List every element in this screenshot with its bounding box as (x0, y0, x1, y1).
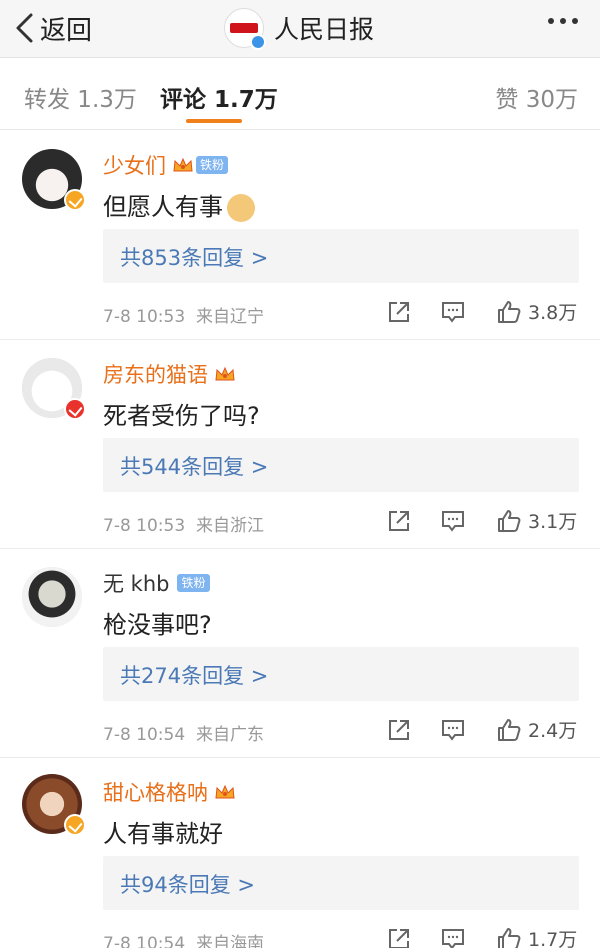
comment-button[interactable] (440, 717, 466, 743)
comment-item: 少女们 铁粉 但愿人有事 共853条回复 > 7-8 10:53 来自辽宁 3.… (0, 131, 600, 340)
thumbs-up-icon (498, 509, 521, 532)
verified-badge-icon (64, 814, 86, 836)
comment-text: 但愿人有事 (103, 187, 255, 222)
like-button[interactable]: 3.1万 (496, 507, 577, 534)
fan-badge: 铁粉 (177, 574, 210, 592)
share-icon (389, 719, 409, 740)
like-count: 3.1万 (528, 511, 578, 533)
comment-meta: 7-8 10:54 来自广东 (103, 720, 264, 745)
chevron-left-icon (16, 13, 33, 43)
share-icon (389, 928, 409, 948)
comment-meta: 7-8 10:54 来自海南 (103, 929, 264, 948)
reply-thread-link[interactable]: 共274条回复 > (103, 647, 579, 701)
share-button[interactable] (386, 508, 412, 534)
avatar[interactable] (22, 149, 86, 211)
location: 来自广东 (195, 725, 264, 745)
tab-likes[interactable]: 赞 30万 (495, 80, 578, 114)
comment-text: 死者受伤了吗? (103, 402, 260, 430)
comment-icon (442, 928, 464, 948)
tab-comments[interactable]: 评论 1.7万 (160, 80, 278, 114)
user-row: 无 khb 铁粉 (103, 568, 210, 598)
comment-meta: 7-8 10:53 来自浙江 (103, 511, 264, 536)
back-label: 返回 (40, 15, 93, 46)
share-button[interactable] (386, 926, 412, 948)
timestamp: 7-8 10:53 (103, 307, 186, 327)
timestamp: 7-8 10:54 (103, 725, 186, 745)
comment-actions: 2.4万 (386, 716, 577, 743)
location: 来自辽宁 (195, 307, 264, 327)
reply-count: 共94条回复 > (120, 873, 255, 897)
location: 来自海南 (195, 934, 264, 948)
thumbs-up-icon (498, 300, 521, 323)
avatar[interactable] (22, 358, 86, 420)
doge-emoji-icon (227, 194, 255, 222)
like-count: 2.4万 (528, 720, 578, 742)
share-button[interactable] (386, 717, 412, 743)
timestamp: 7-8 10:54 (103, 934, 186, 948)
reply-thread-link[interactable]: 共853条回复 > (103, 229, 579, 283)
reply-count: 共853条回复 > (120, 246, 269, 270)
comment-actions: 1.7万 (386, 925, 577, 948)
comment-text-content: 但愿人有事 (103, 193, 223, 221)
top-bar: 返回 人民日报 (0, 0, 600, 58)
reply-thread-link[interactable]: 共544条回复 > (103, 438, 579, 492)
username[interactable]: 少女们 (103, 150, 166, 180)
comment-button[interactable] (440, 926, 466, 948)
tab-reposts[interactable]: 转发 1.3万 (24, 80, 137, 114)
avatar[interactable] (22, 567, 82, 627)
thumbs-up-icon (498, 927, 521, 948)
like-count: 3.8万 (528, 302, 578, 324)
comment-icon (442, 719, 464, 741)
comment-text: 枪没事吧? (103, 611, 212, 639)
newspaper-logo-icon (230, 23, 258, 33)
share-button[interactable] (386, 299, 412, 325)
comment-icon (442, 301, 464, 323)
crown-icon (172, 156, 194, 174)
location: 来自浙江 (195, 516, 264, 536)
account-title[interactable]: 人民日报 (224, 6, 374, 50)
fan-badge: 铁粉 (196, 156, 229, 174)
back-button[interactable]: 返回 (14, 10, 92, 46)
user-row: 少女们 铁粉 (103, 150, 229, 180)
active-tab-indicator (186, 119, 242, 123)
comment-actions: 3.8万 (386, 298, 577, 325)
comment-meta: 7-8 10:53 来自辽宁 (103, 302, 264, 327)
reply-thread-link[interactable]: 共94条回复 > (103, 856, 579, 910)
verified-icon (250, 34, 266, 50)
comment-item: 无 khb 铁粉 枪没事吧? 共274条回复 > 7-8 10:54 来自广东 … (0, 549, 600, 758)
reply-count: 共544条回复 > (120, 455, 269, 479)
reply-count: 共274条回复 > (120, 664, 269, 688)
comment-icon (442, 510, 464, 532)
like-button[interactable]: 2.4万 (496, 716, 577, 743)
user-row: 房东的猫语 (103, 359, 236, 389)
comment-item: 甜心格格呐 人有事就好 共94条回复 > 7-8 10:54 来自海南 1.7万 (0, 758, 600, 948)
comment-text: 人有事就好 (103, 820, 223, 848)
timestamp: 7-8 10:53 (103, 516, 186, 536)
share-icon (389, 510, 409, 531)
avatar[interactable] (22, 774, 86, 836)
tab-bar: 转发 1.3万 评论 1.7万 赞 30万 (0, 58, 600, 130)
verified-badge-icon (64, 189, 86, 211)
page-title: 人民日报 (274, 15, 375, 44)
thumbs-up-icon (498, 718, 521, 741)
comment-button[interactable] (440, 508, 466, 534)
username[interactable]: 无 khb (103, 568, 169, 598)
like-count: 1.7万 (528, 929, 578, 948)
verified-badge-icon (64, 398, 86, 420)
comment-item: 房东的猫语 死者受伤了吗? 共544条回复 > 7-8 10:53 来自浙江 3… (0, 340, 600, 549)
like-button[interactable]: 3.8万 (496, 298, 577, 325)
share-icon (389, 301, 409, 322)
more-options-icon[interactable] (548, 18, 578, 24)
like-button[interactable]: 1.7万 (496, 925, 577, 948)
user-row: 甜心格格呐 (103, 777, 236, 807)
comment-actions: 3.1万 (386, 507, 577, 534)
comment-button[interactable] (440, 299, 466, 325)
account-logo (224, 8, 266, 50)
username[interactable]: 甜心格格呐 (103, 777, 208, 807)
crown-icon (214, 365, 236, 383)
crown-icon (214, 783, 236, 801)
username[interactable]: 房东的猫语 (103, 359, 208, 389)
